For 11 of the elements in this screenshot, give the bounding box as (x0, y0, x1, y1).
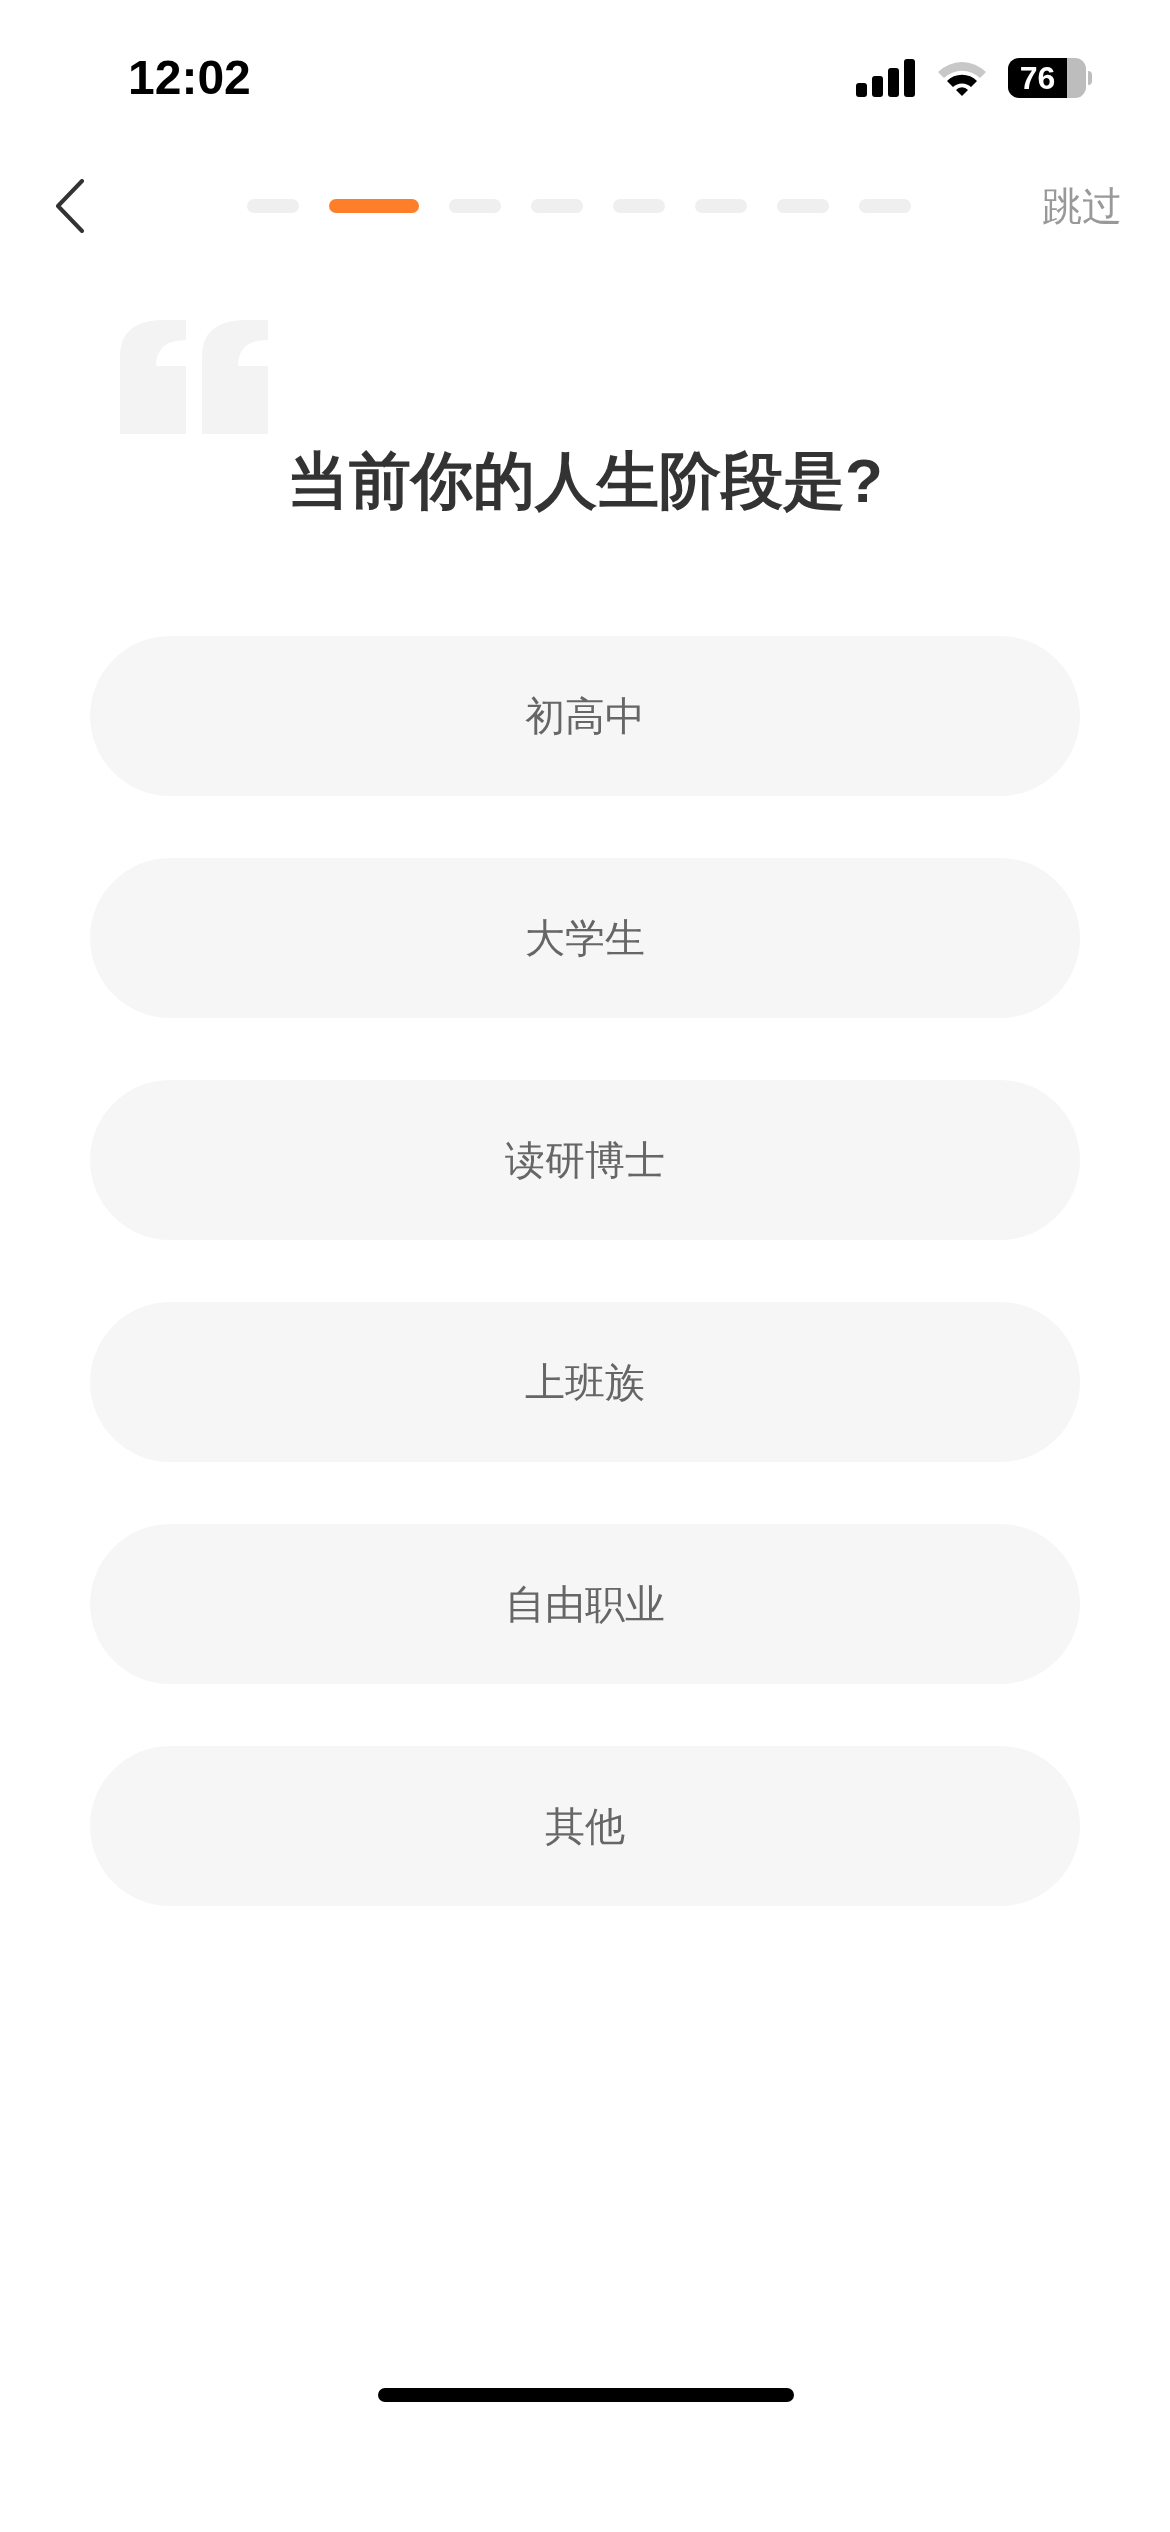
option-button[interactable]: 读研博士 (90, 1080, 1080, 1240)
status-time: 12:02 (128, 50, 251, 106)
skip-button[interactable]: 跳过 (1042, 176, 1122, 236)
option-button[interactable]: 自由职业 (90, 1524, 1080, 1684)
question-title: 当前你的人生阶段是? (286, 445, 884, 517)
option-button[interactable]: 初高中 (90, 636, 1080, 796)
wifi-icon (936, 59, 988, 97)
option-button[interactable]: 其他 (90, 1746, 1080, 1906)
option-button[interactable]: 上班族 (90, 1302, 1080, 1462)
option-button[interactable]: 大学生 (90, 858, 1080, 1018)
signal-icon (856, 59, 916, 97)
